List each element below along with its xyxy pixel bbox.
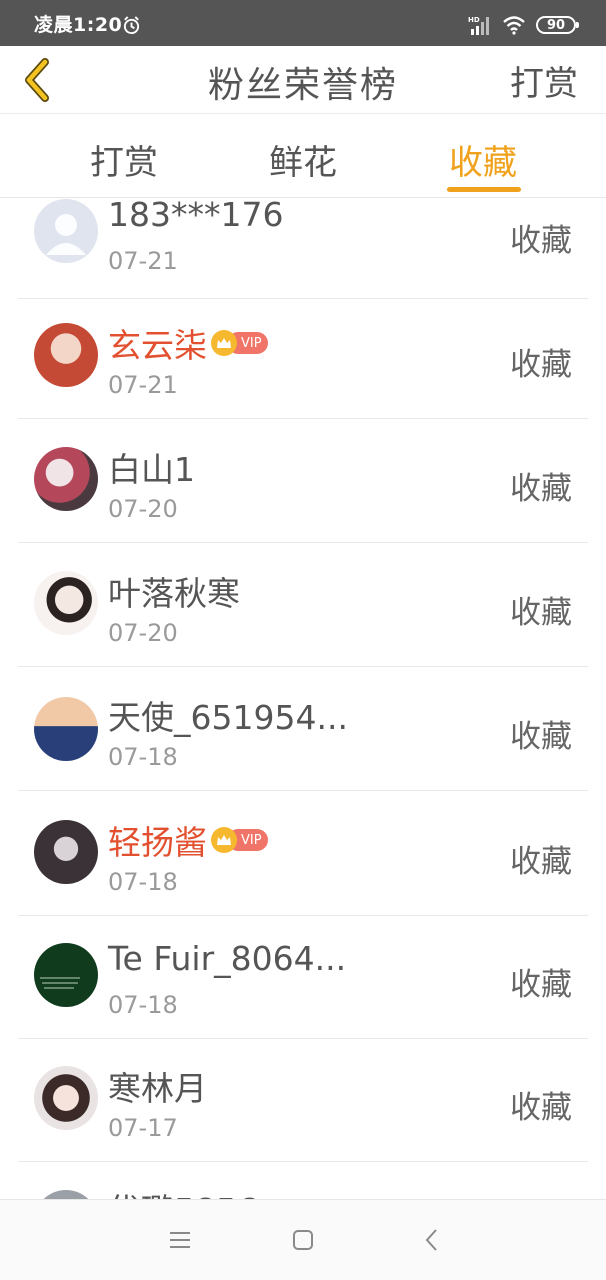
- date: 07-18: [108, 743, 178, 771]
- action-label: 收藏: [510, 1090, 572, 1126]
- wifi-icon: [503, 16, 525, 35]
- user-name: 叶落秋寒: [108, 574, 240, 613]
- crown-icon: [211, 827, 237, 853]
- avatar: [34, 1066, 98, 1130]
- action-label: 收藏: [510, 719, 572, 755]
- user-name: 轻扬酱 VIP: [108, 816, 268, 864]
- list-item[interactable]: 玄云柒 VIP 07-21 收藏: [0, 295, 606, 419]
- user-name: 183***176: [108, 199, 284, 234]
- user-name: 寒林月: [108, 1069, 207, 1108]
- signal-icon: HD: [468, 16, 489, 35]
- list-item[interactable]: 寒林月 07-17 收藏: [0, 1038, 606, 1162]
- user-name: 天使_651954...: [108, 698, 348, 737]
- action-label: 收藏: [510, 471, 572, 507]
- list-item[interactable]: 白山1 07-20 收藏: [0, 419, 606, 543]
- user-name-text: 玄云柒: [108, 326, 207, 365]
- network-label: HD: [468, 16, 480, 24]
- crown-icon: [211, 330, 237, 356]
- date: 07-20: [108, 495, 178, 523]
- tab-reward[interactable]: 打赏: [64, 135, 184, 184]
- user-name-text: 轻扬酱: [108, 823, 207, 862]
- date: 07-18: [108, 868, 178, 896]
- tab-bar: 打赏 鲜花 收藏: [0, 115, 606, 198]
- user-name: Te Fuir_8064...: [108, 939, 347, 978]
- user-name: 白山1: [108, 450, 195, 489]
- tab-flowers[interactable]: 鲜花: [243, 135, 363, 184]
- reward-button[interactable]: 打赏: [510, 56, 578, 105]
- home-icon[interactable]: [289, 1226, 317, 1254]
- date: 07-18: [108, 991, 178, 1019]
- system-nav-bar: [0, 1199, 606, 1280]
- list-item[interactable]: 天使_651954... 07-18 收藏: [0, 667, 606, 791]
- list-item[interactable]: 叶落秋寒 07-20 收藏: [0, 543, 606, 667]
- avatar: [34, 447, 98, 511]
- avatar: [34, 820, 98, 884]
- fan-list[interactable]: 183***176 07-21 收藏 玄云柒 VIP 07-21 收藏 白山1 …: [0, 199, 606, 1199]
- avatar: [34, 199, 98, 263]
- date: 07-21: [108, 247, 178, 275]
- avatar: [34, 697, 98, 761]
- list-item[interactable]: 轻扬酱 VIP 07-18 收藏: [0, 792, 606, 916]
- alarm-icon: [123, 16, 140, 35]
- list-item[interactable]: 优璐5856: [0, 1162, 606, 1199]
- avatar: [34, 571, 98, 635]
- avatar: [34, 943, 98, 1007]
- list-item[interactable]: 183***176 07-21 收藏: [0, 199, 606, 299]
- text-avatar-image: [40, 977, 80, 989]
- app-header: 粉丝荣誉榜 打赏: [0, 46, 606, 114]
- active-tab-indicator: [447, 187, 521, 192]
- avatar: [34, 323, 98, 387]
- list-item[interactable]: Te Fuir_8064... 07-18 收藏: [0, 915, 606, 1039]
- user-name: 玄云柒 VIP: [108, 319, 268, 367]
- date: 07-20: [108, 619, 178, 647]
- vip-badge: VIP: [211, 330, 268, 356]
- vip-badge: VIP: [211, 827, 268, 853]
- date: 07-21: [108, 371, 178, 399]
- action-label: 收藏: [510, 844, 572, 880]
- action-label: 收藏: [510, 595, 572, 631]
- default-avatar-icon: [46, 214, 86, 255]
- action-label: 收藏: [510, 223, 572, 259]
- tab-favorites[interactable]: 收藏: [423, 135, 543, 184]
- status-bar: 凌晨1:20 HD 90: [0, 0, 606, 46]
- battery-level: 90: [546, 17, 566, 33]
- avatar: [34, 1190, 98, 1199]
- action-label: 收藏: [510, 967, 572, 1003]
- user-name: 优璐5856: [108, 1184, 258, 1199]
- action-label: 收藏: [510, 347, 572, 383]
- divider: [18, 790, 588, 791]
- status-time: 凌晨1:20: [34, 14, 123, 36]
- date: 07-17: [108, 1114, 178, 1142]
- battery-icon: 90: [536, 16, 579, 34]
- back-nav-icon[interactable]: [418, 1226, 446, 1254]
- menu-icon[interactable]: [166, 1226, 194, 1254]
